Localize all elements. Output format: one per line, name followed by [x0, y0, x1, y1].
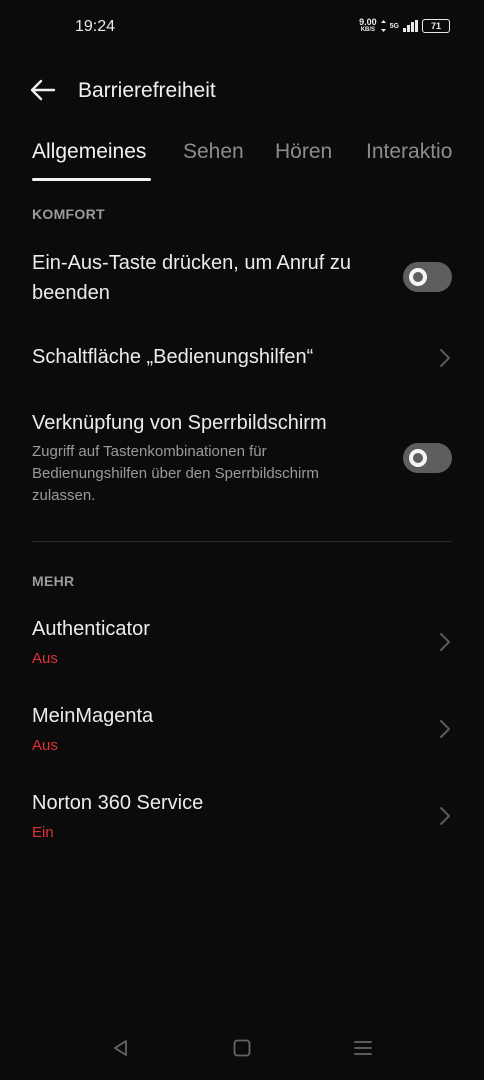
toggle-switch[interactable]: [403, 443, 452, 473]
setting-accessibility-button[interactable]: Schaltfläche „Bedienungshilfen“: [0, 338, 484, 378]
network-speed: 9.00 KB/S: [359, 17, 377, 34]
toggle-knob: [409, 268, 427, 286]
status-icons: 9.00 KB/S 5G 71: [359, 18, 450, 34]
setting-label: Schaltfläche „Bedienungshilfen“: [32, 346, 314, 368]
chevron-right-icon: [440, 720, 450, 738]
setting-authenticator[interactable]: Authenticator Aus: [0, 614, 484, 674]
status-bar: 19:24 9.00 KB/S 5G 71: [0, 0, 484, 56]
home-square-icon[interactable]: [230, 1036, 254, 1060]
active-tab-indicator: [32, 178, 151, 181]
network-type: 5G: [389, 22, 399, 30]
setting-label: Ein-Aus-Taste drücken, um Anruf zu: [32, 252, 352, 274]
section-header-mehr: MEHR: [32, 573, 75, 589]
tab-interaktion[interactable]: Interaktio: [366, 140, 452, 164]
battery-icon: 71: [422, 19, 450, 33]
tab-hoeren[interactable]: Hören: [275, 140, 332, 164]
tab-bar: Allgemeines Sehen Hören Interaktio: [0, 138, 484, 182]
section-header-komfort: KOMFORT: [32, 206, 105, 222]
setting-description: zulassen.: [32, 487, 96, 504]
arrow-left-icon[interactable]: [30, 78, 56, 102]
setting-power-button-end-call[interactable]: Ein-Aus-Taste drücken, um Anruf zu beend…: [0, 246, 484, 312]
app-header: Barrierefreiheit: [0, 70, 484, 110]
setting-label: Norton 360 Service: [32, 792, 204, 814]
tab-allgemeines[interactable]: Allgemeines: [32, 140, 146, 164]
section-divider: [32, 541, 452, 542]
chevron-right-icon: [440, 633, 450, 651]
setting-meinmagenta[interactable]: MeinMagenta Aus: [0, 701, 484, 761]
data-arrows-icon: [380, 20, 386, 32]
setting-description: Zugriff auf Tastenkombinationen für: [32, 443, 267, 460]
chevron-right-icon: [440, 807, 450, 825]
chevron-right-icon: [440, 349, 450, 367]
setting-status: Aus: [32, 650, 58, 667]
setting-label: Authenticator: [32, 618, 150, 640]
setting-status: Ein: [32, 824, 54, 841]
toggle-knob: [409, 449, 427, 467]
tab-sehen[interactable]: Sehen: [183, 140, 244, 164]
setting-norton-360[interactable]: Norton 360 Service Ein: [0, 788, 484, 848]
setting-lockscreen-shortcut[interactable]: Verknüpfung von Sperrbildschirm Zugriff …: [0, 405, 484, 510]
status-time: 19:24: [75, 18, 116, 35]
setting-description: Bedienungshilfen über den Sperrbildschir…: [32, 465, 319, 482]
back-triangle-icon[interactable]: [109, 1036, 133, 1060]
toggle-switch[interactable]: [403, 262, 452, 292]
battery-level: 71: [430, 21, 441, 31]
setting-status: Aus: [32, 737, 58, 754]
page-title: Barrierefreiheit: [78, 79, 216, 102]
recents-menu-icon[interactable]: [351, 1036, 375, 1060]
system-nav-bar: [0, 1030, 484, 1080]
signal-icon: [403, 20, 418, 32]
setting-label: Verknüpfung von Sperrbildschirm: [32, 412, 327, 434]
setting-label: beenden: [32, 282, 110, 304]
setting-label: MeinMagenta: [32, 705, 154, 727]
